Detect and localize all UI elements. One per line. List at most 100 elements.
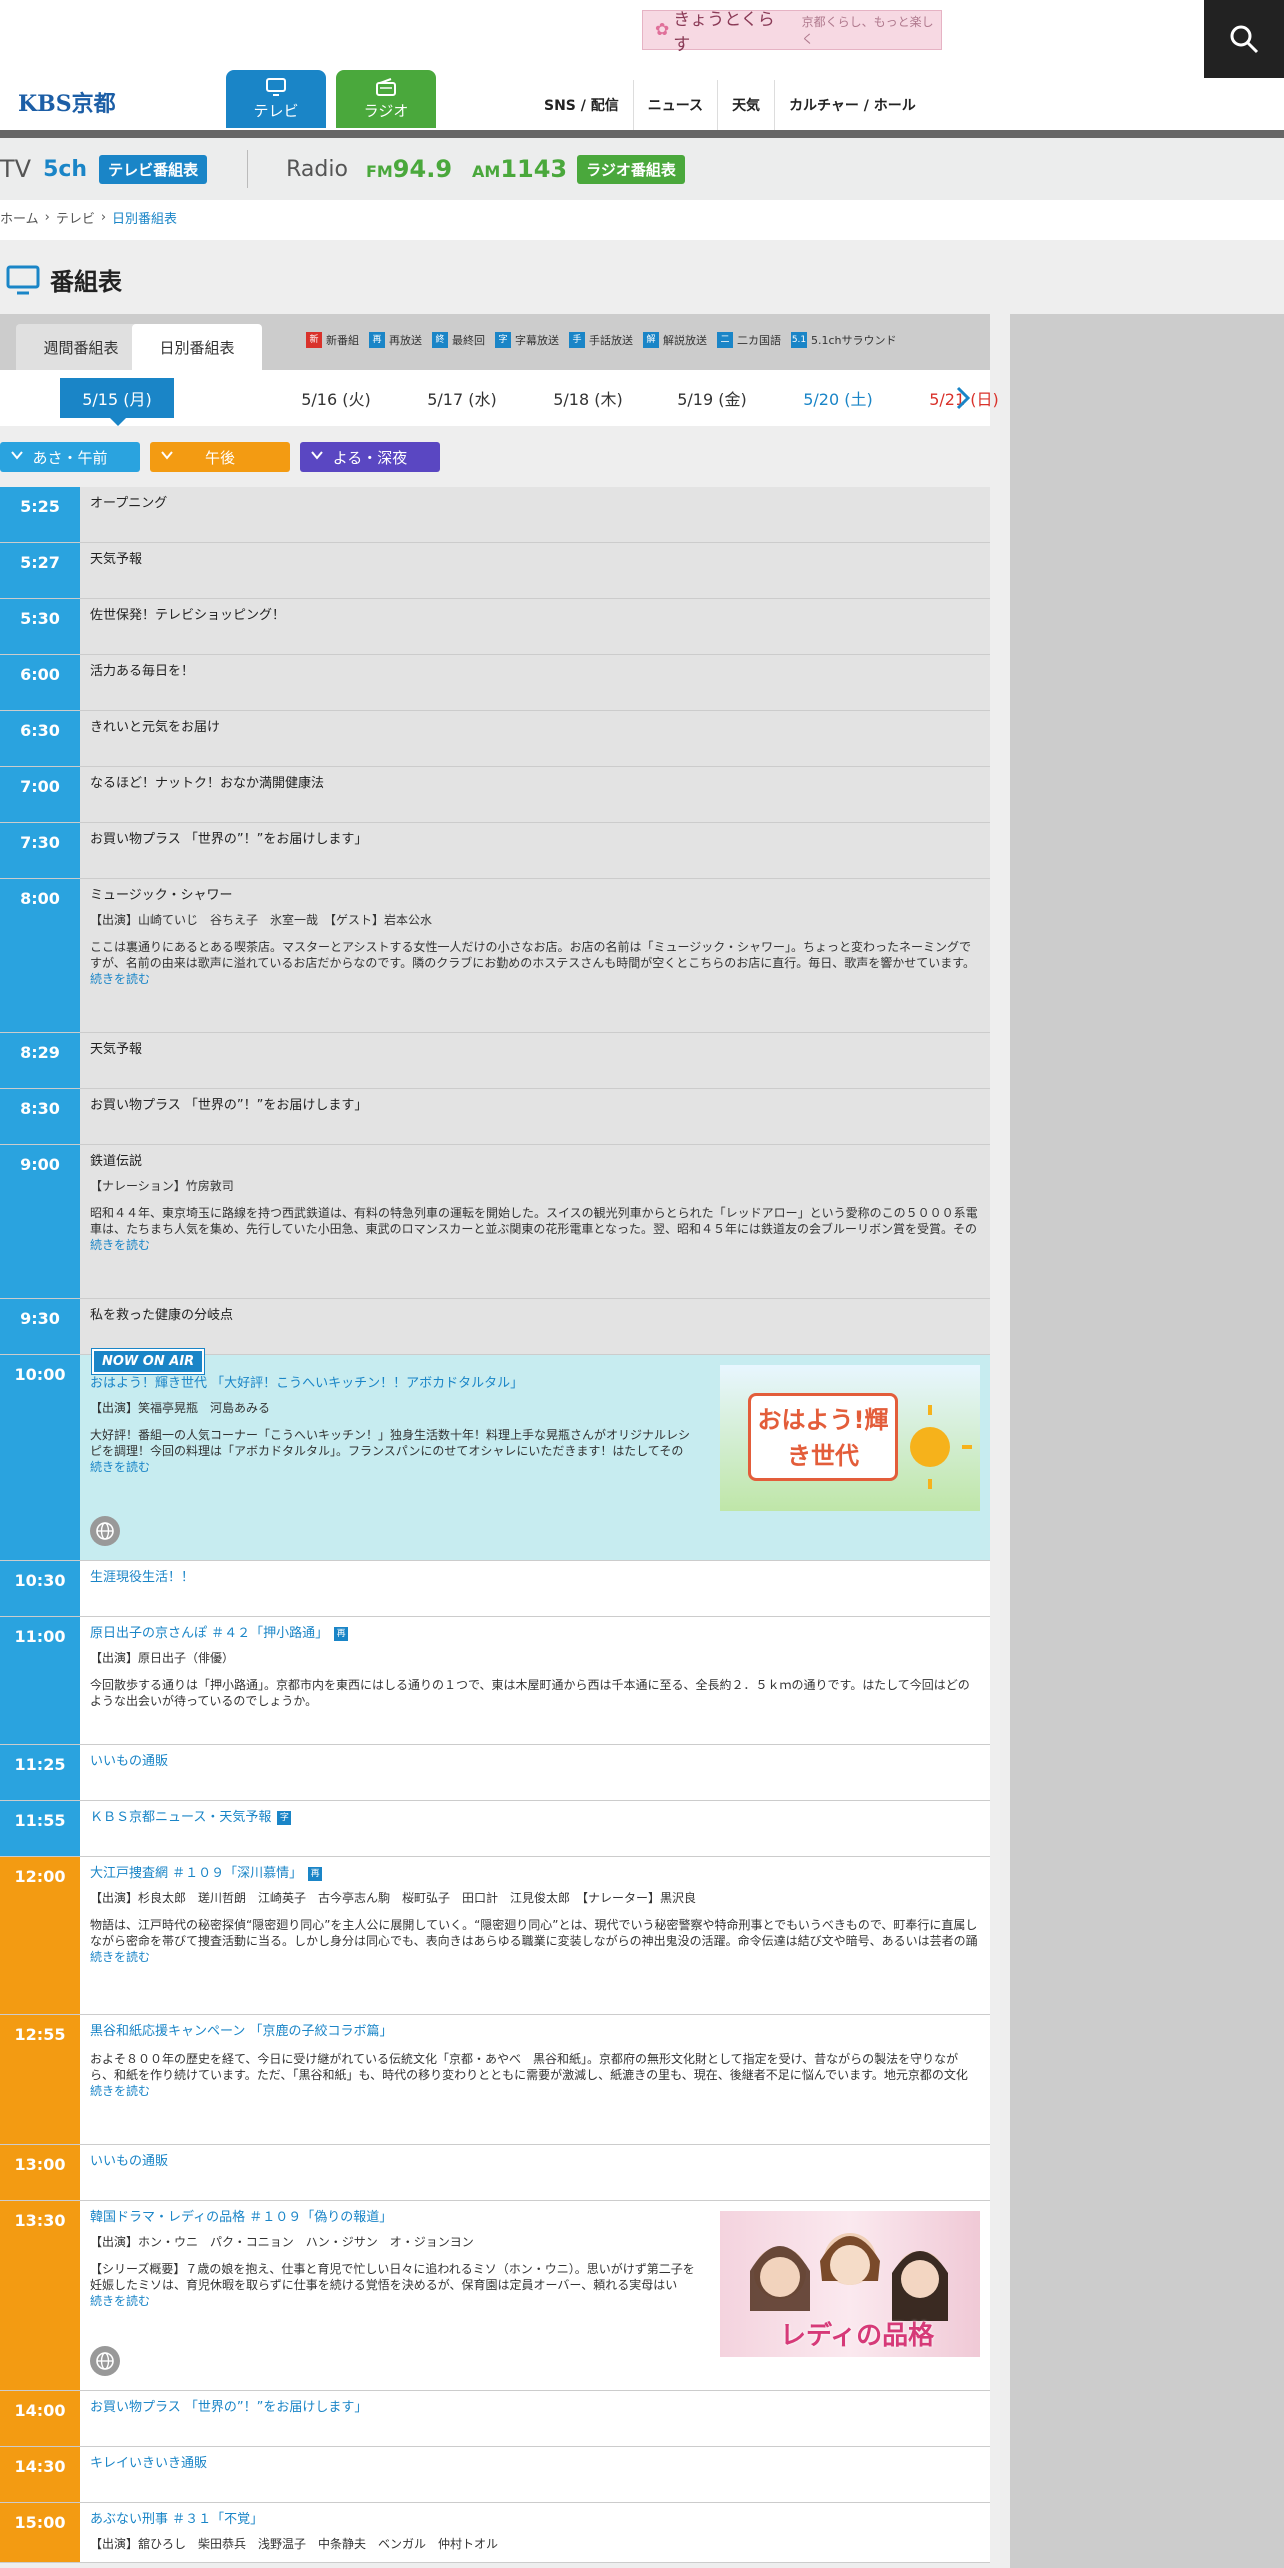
program-content: 大江戸捜査網 ＃１０９「深川慕情」再【出演】杉良太郎 瑳川哲朗 江崎英子 古今亭… [80,1857,990,2014]
program-row[interactable]: 12:55 黒谷和紙応援キャンペーン 「京鹿の子絞コラボ篇」 およそ８００年の歴史を… [0,2015,990,2145]
program-row[interactable]: 10:30 生涯現役生活！！ [0,1561,990,1617]
date-tab[interactable]: 5/18 (木) [538,386,638,410]
program-title[interactable]: なるほど！ナットク！おなか満開健康法 [90,776,324,791]
program-title[interactable]: ＫＢＳ京都ニュース・天気予報 [90,1810,271,1825]
program-title[interactable]: 天気予報 [90,1042,142,1057]
program-title[interactable]: いいもの通販 [90,2154,168,2169]
tv-schedule-button[interactable]: テレビ番組表 [99,154,208,184]
program-title[interactable]: 原日出子の京さんぽ ＃４２「押小路通」 [90,1626,328,1641]
date-tab[interactable]: 5/17 (水) [412,386,512,410]
program-title[interactable]: 大江戸捜査網 ＃１０９「深川慕情」 [90,1866,302,1881]
program-title[interactable]: あぶない刑事 ＃３１「不覚」 [90,2512,263,2527]
web-button[interactable] [90,1516,120,1546]
program-title[interactable]: 私を救った健康の分岐点 [90,1308,233,1323]
nav-link-news[interactable]: ニュース [632,80,717,130]
program-row[interactable]: 8:29 天気予報 [0,1033,990,1089]
channel-separator [247,150,249,188]
program-content: 生涯現役生活！！ [80,1561,990,1616]
program-cast: 【出演】山崎ていじ 谷ちえ子 氷室一哉 【ゲスト】岩本公水 [90,913,433,927]
program-description: 【シリーズ概要】７歳の娘を抱え、仕事と育児で忙しい日々に追われるミソ（ホン・ウニ… [90,2262,695,2292]
program-row[interactable]: 5:25 オープニング [0,487,990,543]
nav-link-culture[interactable]: カルチャー / ホール [774,80,930,130]
breadcrumb-tv[interactable]: テレビ [56,208,95,227]
program-title[interactable]: お買い物プラス 「世界の”！”をお届けします」 [90,1098,367,1113]
program-row[interactable]: 6:30 きれいと元気をお届け [0,711,990,767]
program-row[interactable]: 7:30 お買い物プラス 「世界の”！”をお届けします」 [0,823,990,879]
program-content: 黒谷和紙応援キャンペーン 「京鹿の子絞コラボ篇」 およそ８００年の歴史を経て、今日… [80,2015,990,2144]
program-title[interactable]: お買い物プラス 「世界の”！”をお届けします」 [90,832,367,847]
legend-label: 再放送 [389,334,422,347]
program-row[interactable]: 8:00 ミュージック・シャワー 【出演】山崎ていじ 谷ちえ子 氷室一哉 【ゲスト】… [0,879,990,1033]
read-more-link[interactable]: 続きを読む [90,1949,980,1965]
program-title[interactable]: 鉄道伝説 [90,1154,142,1169]
kyoto-kurasu-banner[interactable]: ✿ きょうとくらす 京都くらし、もっと楽しく [642,10,942,55]
program-title[interactable]: 活力ある毎日を！ [90,664,194,679]
program-row[interactable]: 14:00 お買い物プラス 「世界の”！”をお届けします」 [0,2391,990,2447]
nav-link-weather[interactable]: 天気 [717,80,774,130]
program-title[interactable]: 黒谷和紙応援キャンペーン 「京鹿の子絞コラボ篇」 [90,2024,392,2039]
radio-schedule-button[interactable]: ラジオ番組表 [577,154,685,184]
filter-afternoon[interactable]: 午後 [150,442,290,472]
program-title[interactable]: いいもの通販 [90,1754,168,1769]
program-title[interactable]: きれいと元気をお届け [90,720,220,735]
date-selected[interactable]: 5/15 (月) [60,378,174,426]
legend: 新新番組再再放送終最終回字字幕放送手手話放送解解説放送二二カ国語 5.1 5.1ch… [306,332,897,348]
program-row[interactable]: 7:00 なるほど！ナットク！おなか満開健康法 [0,767,990,823]
program-title[interactable]: お買い物プラス 「世界の”！”をお届けします」 [90,2400,367,2415]
breadcrumb-home[interactable]: ホーム [0,208,39,227]
program-row[interactable]: 9:00 鉄道伝説 【ナレーション】竹房敦司 昭和４４年、東京埼玉に路線を持つ西武鉄道… [0,1145,990,1299]
program-time: 10:30 [0,1561,80,1616]
date-tab[interactable]: 5/19 (金) [662,386,762,410]
program-content: なるほど！ナットク！おなか満開健康法 [80,767,990,822]
program-cast: 【出演】舘ひろし 柴田恭兵 浅野温子 中条静夫 ベンガル 仲村トオル [90,2537,499,2551]
program-title[interactable]: 天気予報 [90,552,142,567]
program-title[interactable]: 佐世保発！テレビショッピング！ [90,608,285,623]
program-title-wrap: 天気予報 [90,1041,980,1059]
read-more-link[interactable]: 続きを読む [90,2083,980,2099]
program-title[interactable]: オープニング [90,496,167,511]
tab-daily[interactable]: 日別番組表 [132,324,262,370]
program-thumbnail[interactable]: レディの品格 [720,2211,980,2357]
program-row[interactable]: 5:30 佐世保発！テレビショッピング！ [0,599,990,655]
date-tab[interactable]: 5/20 (土) [788,386,888,410]
program-row[interactable]: 5:27 天気予報 [0,543,990,599]
program-row[interactable]: 15:00 あぶない刑事 ＃３１「不覚」【出演】舘ひろし 柴田恭兵 浅野温子 中条… [0,2503,990,2563]
program-row[interactable]: 11:00 原日出子の京さんぽ ＃４２「押小路通」再【出演】原日出子（俳優） 今回散… [0,1617,990,1745]
read-more-link[interactable]: 続きを読む [90,971,980,987]
program-time: 13:30 [0,2201,80,2390]
filter-night[interactable]: よる・深夜 [300,442,440,472]
program-row[interactable]: 14:30 キレイいきいき通販 [0,2447,990,2503]
program-row[interactable]: 6:00 活力ある毎日を！ [0,655,990,711]
program-row[interactable]: 10:00 おはよう！輝き世代 「大好評！こうへいキッチン！！アボカドタルタル」【… [0,1349,990,1561]
read-more-link[interactable]: 続きを読む [90,1237,980,1253]
chevron-right-icon[interactable] [955,386,971,410]
program-time: 7:30 [0,823,80,878]
program-title[interactable]: キレイいきいき通販 [90,2456,207,2471]
program-title[interactable]: おはよう！輝き世代 「大好評！こうへいキッチン！！アボカドタルタル」 [90,1376,523,1391]
program-title[interactable]: 生涯現役生活！！ [90,1570,194,1585]
program-title-wrap: きれいと元気をお届け [90,719,980,737]
program-time: 7:00 [0,767,80,822]
legend-badge: 5.1 [791,332,807,348]
program-row[interactable]: 13:30 韓国ドラマ・レディの品格 ＃１０９「偽りの報道」 【出演】ホン・ウニ パ… [0,2201,990,2391]
kbs-kyoto-logo[interactable]: KBS京都 [18,86,116,118]
tab-weekly[interactable]: 週間番組表 [16,324,146,370]
program-title[interactable]: ミュージック・シャワー [90,888,232,903]
program-row[interactable]: 9:30 私を救った健康の分岐点 [0,1299,990,1355]
program-row[interactable]: 11:55 ＫＢＳ京都ニュース・天気予報字 [0,1801,990,1857]
program-row[interactable]: 8:30 お買い物プラス 「世界の”！”をお届けします」 [0,1089,990,1145]
program-row[interactable]: 13:00 いいもの通販 [0,2145,990,2201]
filter-morning[interactable]: あさ・午前 [0,442,140,472]
nav-tv-tab[interactable]: テレビ [226,70,326,128]
program-time: 15:00 [0,2503,80,2562]
program-title[interactable]: 韓国ドラマ・レディの品格 ＃１０９「偽りの報道」 [90,2210,392,2225]
date-tab[interactable]: 5/16 (火) [286,386,386,410]
nav-link-sns[interactable]: SNS / 配信 [530,80,633,130]
program-thumbnail[interactable]: おはよう!輝き世代 [720,1365,980,1511]
program-row[interactable]: 11:25 いいもの通販 [0,1745,990,1801]
nav-radio-tab[interactable]: ラジオ [336,70,436,128]
web-button[interactable] [90,2346,120,2376]
program-row[interactable]: 12:00 大江戸捜査網 ＃１０９「深川慕情」再【出演】杉良太郎 瑳川哲朗 江崎英… [0,1857,990,2015]
chevron-down-icon [311,451,323,460]
search-button[interactable] [1204,0,1284,78]
